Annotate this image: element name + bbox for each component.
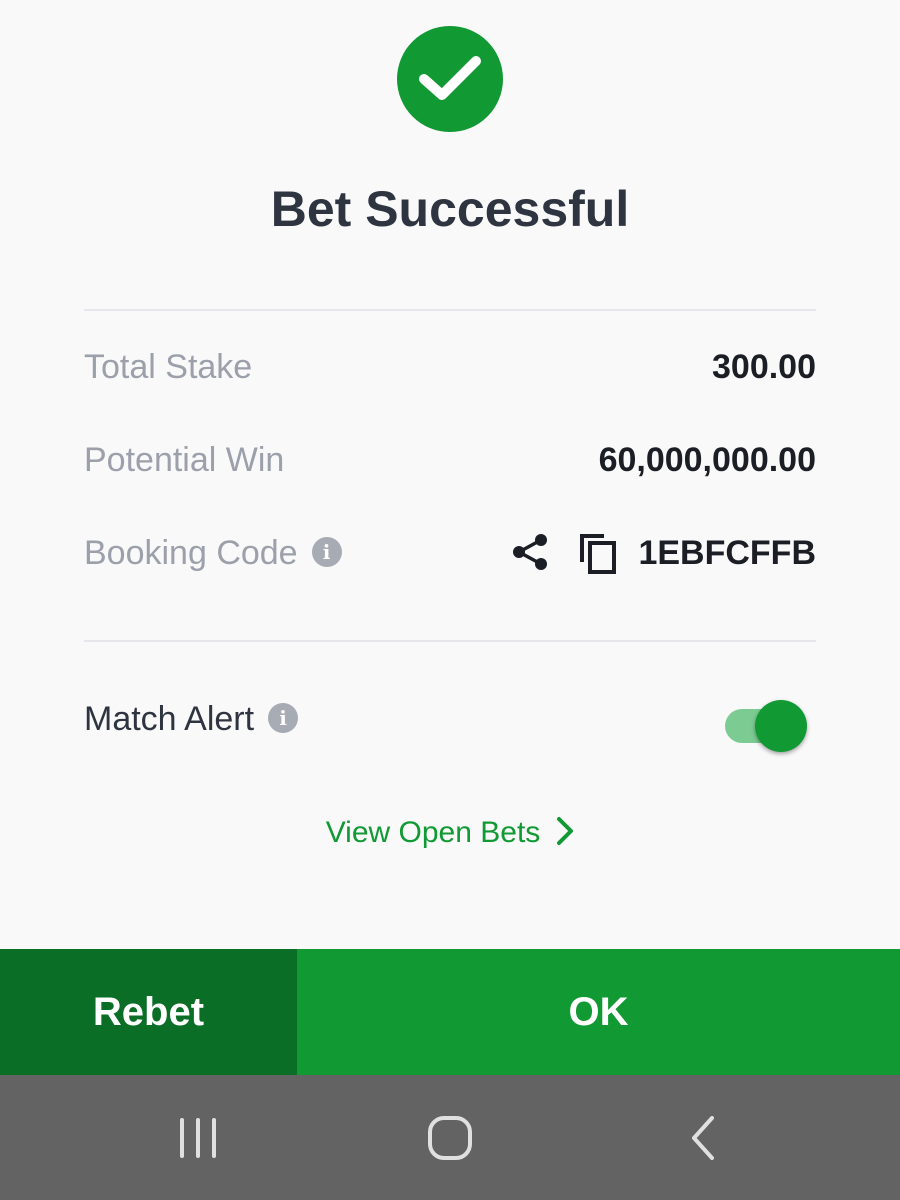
system-nav-bar [0, 1075, 900, 1200]
total-stake-label: Total Stake [84, 348, 253, 386]
divider [84, 309, 816, 311]
share-icon[interactable] [511, 532, 551, 577]
booking-code-row-label: Booking Code i [84, 534, 342, 573]
booking-code-label: Booking Code [84, 534, 298, 572]
total-stake-value: 300.00 [712, 348, 816, 386]
info-icon[interactable]: i [311, 537, 342, 568]
chevron-right-icon [557, 817, 574, 846]
check-circle-icon [397, 26, 503, 132]
match-alert-row-label: Match Alert i [84, 700, 299, 739]
rebet-button[interactable]: Rebet [0, 949, 297, 1075]
view-open-bets-label: View Open Bets [325, 816, 541, 849]
view-open-bets-link[interactable]: View Open Bets [0, 816, 900, 850]
copy-icon[interactable] [578, 532, 618, 579]
ok-button[interactable]: OK [297, 949, 900, 1075]
rebet-label: Rebet [92, 989, 205, 1034]
recents-icon[interactable] [138, 1075, 258, 1200]
back-icon[interactable] [643, 1075, 763, 1200]
info-icon[interactable]: i [268, 703, 299, 734]
potential-win-label: Potential Win [84, 441, 285, 479]
potential-win-value: 60,000,000.00 [598, 441, 816, 479]
match-alert-toggle[interactable] [725, 700, 809, 754]
dialog-title: Bet Successful [270, 181, 630, 237]
booking-code-value: 1EBFCFFB [638, 534, 816, 572]
ok-label: OK [568, 989, 629, 1034]
divider [84, 640, 816, 642]
home-icon[interactable] [390, 1075, 510, 1200]
match-alert-label: Match Alert [84, 700, 255, 738]
toggle-knob [755, 700, 807, 752]
